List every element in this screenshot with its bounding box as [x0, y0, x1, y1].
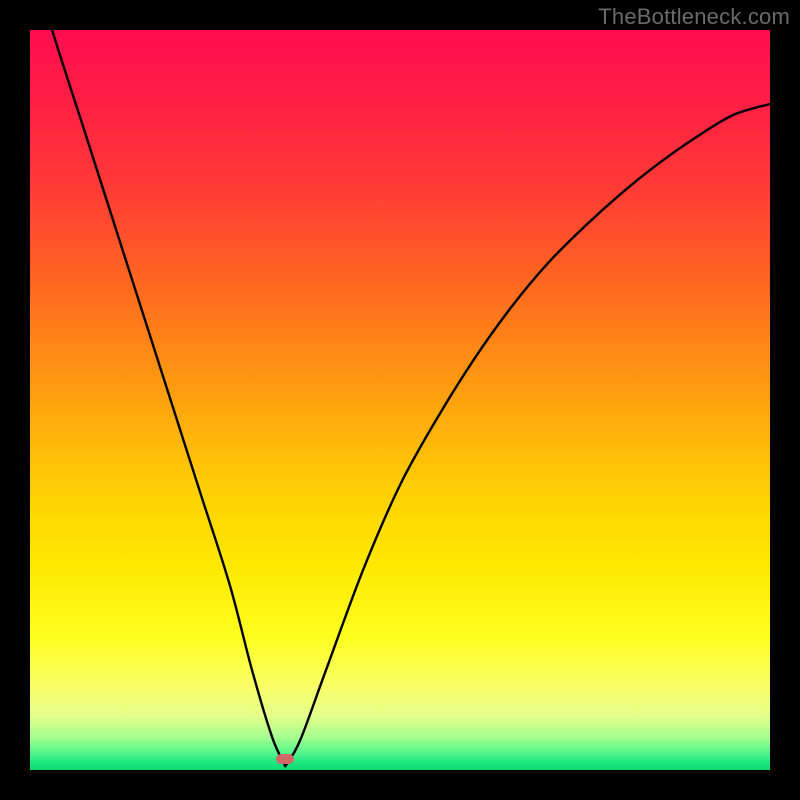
plot-area: [30, 30, 770, 770]
watermark-text: TheBottleneck.com: [598, 4, 790, 30]
chart-frame: TheBottleneck.com: [0, 0, 800, 800]
bottleneck-curve: [30, 30, 770, 770]
optimal-marker: [276, 754, 294, 764]
